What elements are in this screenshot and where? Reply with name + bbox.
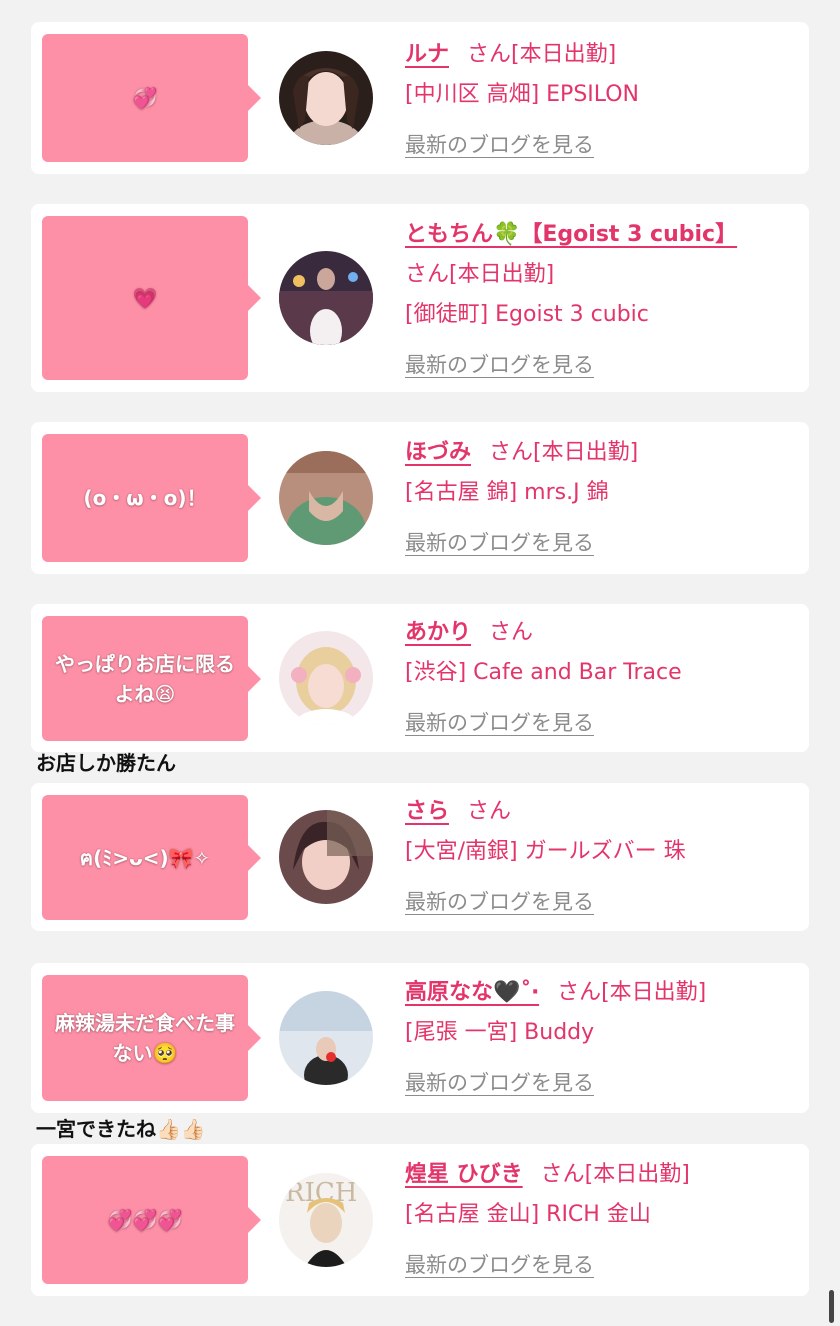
cast-name-link[interactable]: 煌星 ひびき (405, 1162, 523, 1187)
bubble-text: 💞 (132, 86, 158, 110)
cast-status: さん (467, 799, 512, 824)
comment-bubble: ฅ(ﾐ>ᴗ<)🎀✧ (42, 795, 261, 920)
comment-bubble: 💞 (42, 34, 261, 162)
cast-status: さん[本日出勤] (489, 440, 639, 465)
cast-info: あかり さん [渋谷] Cafe and Bar Trace 最新のブログを見る (405, 613, 801, 743)
cast-status: さん[本日出勤] (405, 262, 555, 287)
cast-info: 高原なな🖤˚‧ さん[本日出勤] [尾張 一宮] Buddy 最新のブログを見る (405, 973, 801, 1103)
cast-status: さん[本日出勤] (467, 42, 617, 67)
latest-blog-link[interactable]: 最新のブログを見る (405, 345, 594, 385)
shop-location: [御徒町] Egoist 3 cubic (405, 302, 649, 327)
bubble-text: 💗 (132, 286, 158, 310)
shop-location: [渋谷] Cafe and Bar Trace (405, 660, 682, 685)
cast-name-link[interactable]: ルナ (405, 42, 449, 67)
scrollbar-thumb[interactable] (829, 1290, 834, 1323)
cast-status: さん[本日出勤] (557, 980, 707, 1005)
latest-blog-link[interactable]: 最新のブログを見る (405, 125, 594, 165)
latest-blog-link[interactable]: 最新のブログを見る (405, 1245, 594, 1285)
avatar[interactable] (279, 810, 373, 904)
comment-bubble: 💗 (42, 216, 261, 380)
bubble-text: ฅ(ﾐ>ᴗ<)🎀✧ (79, 845, 211, 870)
avatar[interactable] (279, 991, 373, 1085)
cast-info: ルナ さん[本日出勤] [中川区 高畑] EPSILON 最新のブログを見る (405, 35, 801, 165)
shop-comment: 一宮できたね👍🏻👍🏻 (36, 1117, 206, 1141)
shop-comment: お店しか勝たん (36, 751, 176, 775)
shop-location: [名古屋 錦] mrs.J 錦 (405, 480, 609, 505)
cast-info: 煌星 ひびき さん[本日出勤] [名古屋 金山] RICH 金山 最新のブログを見… (405, 1155, 801, 1285)
cast-card: 💞💞💞 RICH 煌星 ひびき さん[本日出勤] [名古屋 金山] RICH 金山… (31, 1144, 809, 1296)
avatar[interactable] (279, 51, 373, 145)
latest-blog-link[interactable]: 最新のブログを見る (405, 1063, 594, 1103)
comment-bubble: 麻辣湯未だ食べた事ない🥺 (42, 975, 261, 1101)
cast-name-link[interactable]: 高原なな🖤˚‧ (405, 980, 539, 1005)
shop-location: [尾張 一宮] Buddy (405, 1020, 595, 1045)
cast-status: さん[本日出勤] (540, 1162, 690, 1187)
shop-location: [中川区 高畑] EPSILON (405, 82, 640, 107)
avatar[interactable] (279, 451, 373, 545)
cast-info: ともちん🍀【Egoist 3 cubic】 さん[本日出勤] [御徒町] Ego… (405, 215, 801, 385)
cast-info: ほづみ さん[本日出勤] [名古屋 錦] mrs.J 錦 最新のブログを見る (405, 433, 801, 563)
cast-card: ฅ(ﾐ>ᴗ<)🎀✧ さら さん [大宮/南銀] ガールズバー 珠 最新のブログを見… (31, 783, 809, 931)
cast-name-link[interactable]: ほづみ (405, 440, 471, 465)
svg-text:RICH: RICH (285, 1178, 357, 1208)
cast-card: やっぱりお店に限るよね😫 あかり さん [渋谷] Cafe and Bar Tra… (31, 604, 809, 752)
cast-status: さん (489, 620, 534, 645)
bubble-text: 麻辣湯未だ食べた事ない🥺 (55, 1011, 235, 1065)
comment-bubble: 💞💞💞 (42, 1156, 261, 1284)
shop-location: [大宮/南銀] ガールズバー 珠 (405, 839, 686, 864)
cast-name-link[interactable]: あかり (405, 620, 471, 645)
bubble-text: やっぱりお店に限るよね😫 (55, 651, 235, 706)
comment-bubble: やっぱりお店に限るよね😫 (42, 616, 261, 741)
avatar[interactable] (279, 631, 373, 725)
avatar[interactable]: RICH (279, 1173, 373, 1267)
cast-info: さら さん [大宮/南銀] ガールズバー 珠 最新のブログを見る (405, 792, 801, 922)
bubble-text: 💞💞💞 (107, 1208, 183, 1232)
cast-card: 麻辣湯未だ食べた事ない🥺 高原なな🖤˚‧ さん[本日出勤] [尾張 一宮] Bud… (31, 963, 809, 1113)
shop-location: [名古屋 金山] RICH 金山 (405, 1202, 651, 1227)
avatar[interactable] (279, 251, 373, 345)
bubble-text: (o・ω・o)！ (83, 486, 207, 510)
cast-name-link[interactable]: ともちん🍀【Egoist 3 cubic】 (405, 222, 737, 247)
cast-card: 💞 ルナ さん[本日出勤] [中川区 高畑] EPSILON 最新のブログを見る (31, 22, 809, 174)
cast-name-link[interactable]: さら (405, 799, 449, 824)
latest-blog-link[interactable]: 最新のブログを見る (405, 882, 594, 922)
latest-blog-link[interactable]: 最新のブログを見る (405, 523, 594, 563)
latest-blog-link[interactable]: 最新のブログを見る (405, 703, 594, 743)
comment-bubble: (o・ω・o)！ (42, 434, 261, 562)
cast-card: 💗 ともちん🍀【Egoist 3 cubic】 さん[本日出勤] [御徒町] E… (31, 204, 809, 392)
cast-card: (o・ω・o)！ ほづみ さん[本日出勤] [名古屋 錦] mrs.J 錦 最新の… (31, 422, 809, 574)
